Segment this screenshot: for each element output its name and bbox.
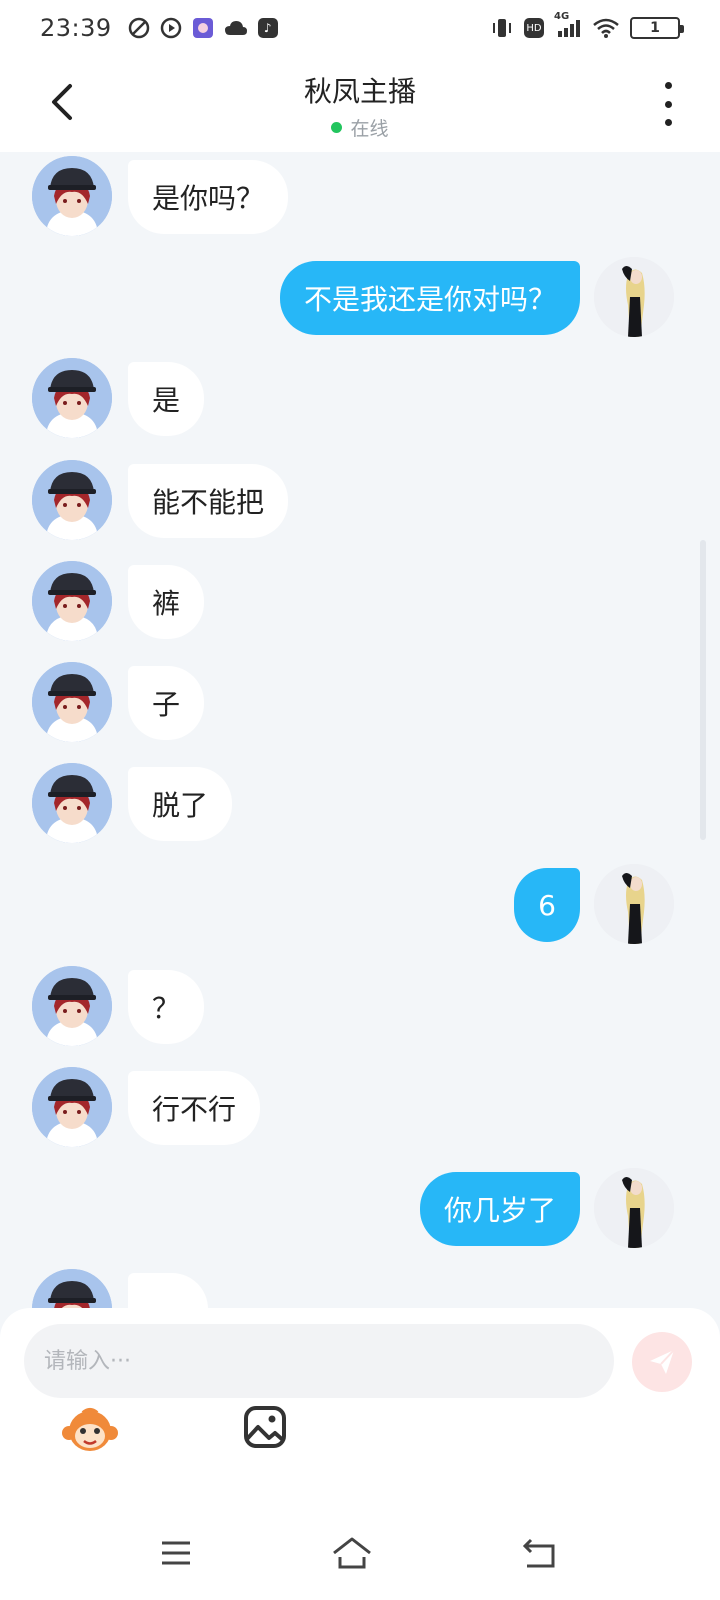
incoming-message-bubble[interactable]: 能不能把 (128, 463, 289, 538)
outgoing-message-bubble[interactable]: 你几岁了 (419, 1172, 580, 1246)
status-bar: 23:39 ♪ HD 4G 1 (0, 0, 720, 56)
wifi-icon (592, 17, 620, 39)
nav-home-button[interactable] (322, 1528, 382, 1578)
chat-message: 6 (0, 864, 720, 945)
battery-indicator: 1 (630, 17, 684, 39)
game-app-icon (192, 17, 214, 39)
more-dot-icon (664, 100, 672, 108)
chat-message: 你几岁了 (0, 1168, 720, 1248)
incoming-message-bubble[interactable]: 脱了 (128, 767, 233, 842)
incoming-message-bubble[interactable]: ？ (128, 969, 205, 1044)
online-status: 在线 (331, 114, 389, 141)
chat-message: ？ (0, 965, 720, 1046)
contact-avatar[interactable] (32, 763, 112, 844)
page-title: 秋凤主播 (303, 75, 416, 108)
battery-level: 1 (650, 20, 660, 36)
play-icon (160, 17, 182, 39)
image-tool-button[interactable] (240, 1402, 290, 1452)
contact-avatar[interactable] (32, 662, 112, 742)
chat-message: 脱了 (0, 763, 720, 844)
my-avatar[interactable] (594, 257, 674, 338)
network-type: 4G (554, 11, 570, 22)
chat-message: 裤 (0, 560, 720, 641)
contact-avatar[interactable] (32, 459, 112, 540)
system-navigation-bar (0, 1508, 720, 1600)
chat-message: 是 (0, 358, 720, 439)
more-options-button[interactable] (656, 82, 680, 126)
contact-avatar[interactable] (32, 1269, 112, 1308)
my-avatar[interactable] (594, 1168, 674, 1248)
more-dot-icon (664, 82, 672, 89)
incoming-message-bubble[interactable]: 子 (128, 666, 205, 740)
my-avatar[interactable] (594, 864, 674, 945)
chat-scrollbar[interactable] (700, 540, 706, 840)
status-notification-icons: ♪ (128, 17, 278, 39)
link-icon (128, 17, 150, 39)
chat-message: 能不能把 (0, 459, 720, 540)
title-block: 秋凤主播 在线 (0, 70, 720, 141)
contact-avatar[interactable] (32, 965, 112, 1046)
chat-header: 秋凤主播 在线 (0, 56, 720, 152)
nav-back-button[interactable] (510, 1528, 570, 1578)
contact-avatar[interactable] (32, 358, 112, 439)
chat-message: 不是我还是你对吗？ (0, 257, 720, 338)
outgoing-message-bubble[interactable]: 不是我还是你对吗？ (279, 261, 580, 336)
chat-message: 子 (0, 662, 720, 742)
tiktok-icon: ♪ (257, 18, 278, 38)
online-dot-icon (331, 122, 343, 133)
outgoing-message-bubble[interactable]: 6 (514, 868, 580, 943)
nav-menu-button[interactable] (146, 1528, 206, 1578)
vibrate-icon (490, 17, 514, 39)
cloud-icon (224, 18, 248, 38)
incoming-message-bubble[interactable]: 是你吗？ (128, 160, 289, 234)
hd-badge: HD (524, 18, 544, 38)
message-input[interactable] (24, 1324, 614, 1398)
chat-message-list[interactable]: 是你吗？ 不是我还是你对吗？ 是能不能把裤子脱了 6 ？ 行不行你几岁了 (0, 152, 720, 1308)
chat-message (0, 1269, 720, 1308)
status-system-icons: HD 4G 1 (490, 11, 684, 39)
emoji-tool-button[interactable] (60, 1402, 120, 1458)
menu-icon (162, 1541, 190, 1565)
online-status-label: 在线 (350, 118, 389, 140)
incoming-message-bubble[interactable]: 行不行 (128, 1070, 261, 1145)
more-dot-icon (664, 119, 672, 126)
incoming-message-bubble[interactable]: 是 (128, 362, 205, 437)
home-icon (333, 1537, 371, 1569)
return-icon (523, 1538, 555, 1568)
chat-message: 行不行 (0, 1066, 720, 1147)
send-button[interactable] (632, 1332, 692, 1392)
monkey-emoji-icon (62, 1408, 118, 1451)
send-icon (650, 1349, 675, 1374)
chat-message: 是你吗？ (0, 156, 720, 236)
signal-icon: 4G (554, 11, 582, 39)
contact-avatar[interactable] (32, 560, 112, 641)
incoming-message-bubble[interactable]: 裤 (128, 564, 205, 639)
contact-avatar[interactable] (32, 1066, 112, 1147)
image-icon (244, 1406, 286, 1448)
status-time: 23:39 (40, 14, 112, 42)
incoming-message-bubble[interactable] (128, 1273, 208, 1308)
contact-avatar[interactable] (32, 156, 112, 236)
